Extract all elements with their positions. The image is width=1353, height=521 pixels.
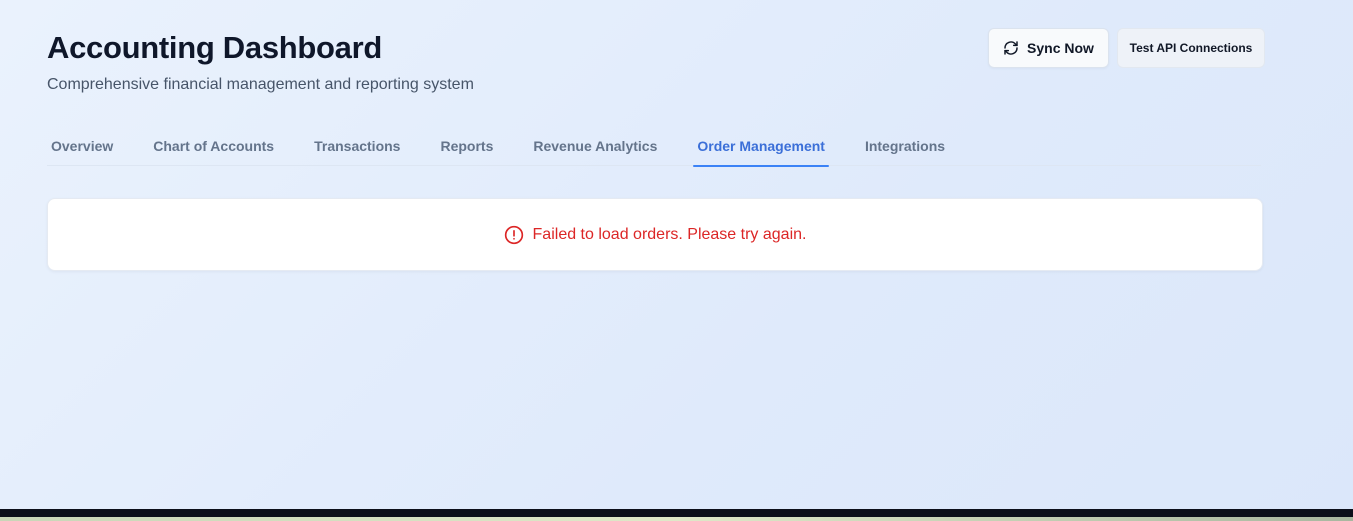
tab-overview[interactable]: Overview bbox=[47, 130, 117, 165]
refresh-icon bbox=[1003, 40, 1019, 56]
header-actions: Sync Now Test API Connections bbox=[988, 28, 1265, 68]
sync-now-label: Sync Now bbox=[1027, 40, 1094, 56]
tab-bar: Overview Chart of Accounts Transactions … bbox=[47, 130, 1261, 167]
error-card: Failed to load orders. Please try again. bbox=[47, 198, 1263, 271]
window-bottom-edge bbox=[0, 509, 1353, 521]
page-subtitle: Comprehensive financial management and r… bbox=[47, 76, 474, 93]
page-title: Accounting Dashboard bbox=[47, 30, 383, 65]
tab-transactions[interactable]: Transactions bbox=[310, 130, 404, 165]
tab-integrations[interactable]: Integrations bbox=[861, 130, 949, 165]
dashboard-page: Accounting Dashboard Comprehensive finan… bbox=[0, 0, 1353, 509]
sync-now-button[interactable]: Sync Now bbox=[988, 28, 1109, 68]
tab-revenue-analytics[interactable]: Revenue Analytics bbox=[529, 130, 661, 165]
alert-circle-icon bbox=[504, 225, 524, 245]
error-message: Failed to load orders. Please try again. bbox=[532, 225, 807, 243]
tab-order-management[interactable]: Order Management bbox=[693, 130, 829, 167]
tab-reports[interactable]: Reports bbox=[436, 130, 497, 165]
test-api-connections-button[interactable]: Test API Connections bbox=[1117, 28, 1265, 68]
page-header: Accounting Dashboard Comprehensive finan… bbox=[47, 29, 474, 95]
desktop-strip bbox=[0, 517, 1353, 521]
tab-chart-of-accounts[interactable]: Chart of Accounts bbox=[149, 130, 278, 165]
